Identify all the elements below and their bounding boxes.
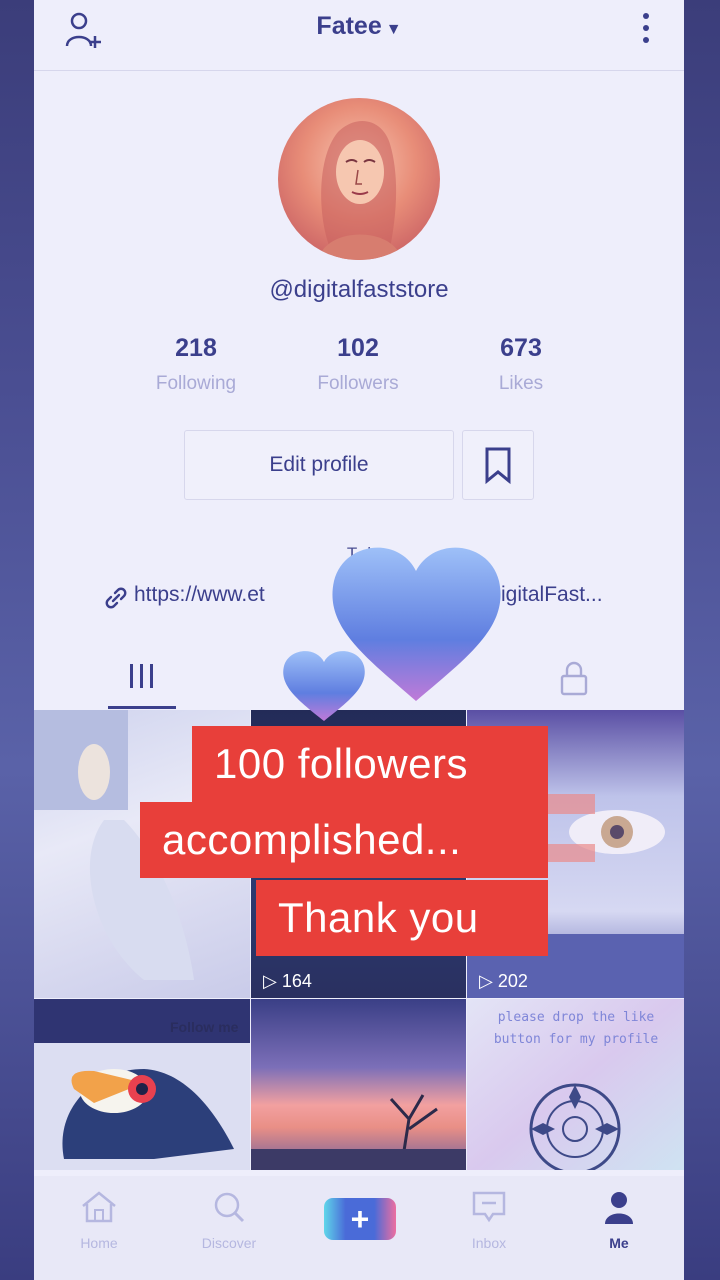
view-count-value: 202 — [497, 971, 528, 991]
nav-me-label: Me — [609, 1235, 629, 1251]
stat-likes[interactable]: 673 Likes — [456, 334, 586, 395]
grid-icon — [130, 664, 153, 688]
heart-sticker-icon — [283, 547, 501, 721]
account-name: Fatee — [316, 12, 382, 40]
nav-inbox[interactable]: Inbox — [434, 1190, 544, 1251]
followers-label: Followers — [317, 373, 399, 394]
tab-videos[interactable] — [108, 650, 176, 709]
nav-discover[interactable]: Discover — [174, 1190, 284, 1251]
search-icon — [214, 1192, 245, 1223]
more-options-icon[interactable] — [636, 10, 656, 46]
overlay-caption-line-2: accomplished... — [140, 802, 548, 878]
likes-label: Likes — [498, 373, 544, 394]
link-icon — [105, 587, 127, 609]
view-count-value: 164 — [281, 971, 312, 991]
following-label: Following — [155, 373, 237, 394]
video-caption: Follow me — [170, 1019, 239, 1035]
home-icon — [82, 1191, 116, 1223]
video-thumbnail[interactable] — [251, 999, 466, 1170]
overlay-caption-line-3: Thank you — [256, 880, 548, 956]
view-count: ▷ 202 — [479, 971, 528, 991]
create-video-button[interactable]: + — [324, 1198, 396, 1240]
edit-profile-button[interactable]: Edit profile — [184, 430, 454, 500]
bookmark-icon — [485, 447, 511, 485]
plus-icon: + — [350, 1201, 370, 1237]
stat-following[interactable]: 218 Following — [131, 334, 261, 395]
person-icon — [605, 1192, 633, 1224]
link-text-start: https://www.et — [134, 583, 265, 606]
stat-followers[interactable]: 102 Followers — [293, 334, 423, 395]
profile-screen: Fatee ▼ @digitalfaststore 218 Following 1… — [34, 0, 684, 1280]
likes-count: 673 — [500, 334, 542, 362]
avatar[interactable] — [278, 98, 440, 260]
tab-private-lock-icon[interactable] — [554, 658, 594, 698]
favorites-button[interactable] — [462, 430, 534, 500]
following-count: 218 — [175, 334, 217, 362]
video-caption: please drop the like button for my profi… — [493, 1010, 659, 1047]
nav-discover-label: Discover — [201, 1235, 257, 1251]
followers-count: 102 — [337, 334, 379, 362]
nav-home[interactable]: Home — [44, 1190, 154, 1251]
inbox-icon — [472, 1191, 506, 1223]
overlay-caption-line-1: 100 followers — [192, 726, 548, 802]
account-switcher[interactable]: Fatee ▼ — [34, 12, 684, 41]
nav-me[interactable]: Me — [564, 1190, 674, 1251]
video-thumbnail[interactable]: please drop the like button for my profi… — [467, 999, 684, 1170]
video-thumbnail[interactable]: Follow me — [34, 999, 250, 1170]
top-bar: Fatee ▼ — [34, 0, 684, 71]
nav-home-label: Home — [80, 1235, 118, 1251]
username-handle: @digitalfaststore — [269, 276, 449, 303]
view-count: ▷ 164 — [263, 971, 312, 991]
chevron-down-icon: ▼ — [385, 21, 402, 38]
bottom-navigation: Home Discover + Inbox Me — [34, 1176, 684, 1280]
nav-inbox-label: Inbox — [471, 1235, 507, 1251]
